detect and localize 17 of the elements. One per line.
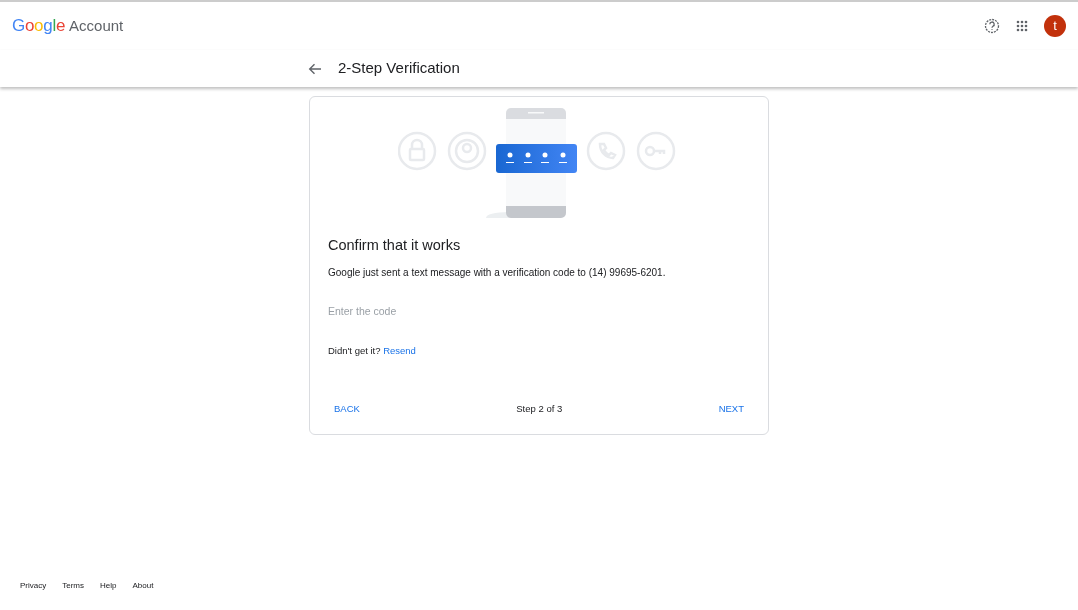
back-button[interactable]: BACK [328, 397, 366, 420]
card-heading: Confirm that it works [328, 236, 462, 255]
apps-grid-icon[interactable] [1016, 20, 1028, 32]
help-icon[interactable] [984, 18, 1000, 34]
step-indicator: Step 2 of 3 [516, 401, 563, 416]
next-button[interactable]: NEXT [712, 397, 750, 420]
footer-link[interactable]: About [132, 580, 154, 592]
footer-link[interactable]: Terms [62, 580, 84, 592]
account-avatar[interactable]: t [1044, 15, 1066, 37]
back-arrow-icon[interactable] [308, 62, 322, 75]
footer-link[interactable]: Help [100, 580, 117, 592]
verification-message: Google just sent a text message with a verification code to (14) 99695-6201. [328, 265, 667, 280]
resend-link[interactable]: Resend [383, 344, 416, 356]
resend-prompt: Didn't get it? Resend [328, 343, 417, 358]
google-account-logo[interactable]: Google Account [12, 13, 124, 39]
footer-link[interactable]: Privacy [20, 580, 47, 592]
page-title: 2-Step Verification [338, 58, 460, 79]
